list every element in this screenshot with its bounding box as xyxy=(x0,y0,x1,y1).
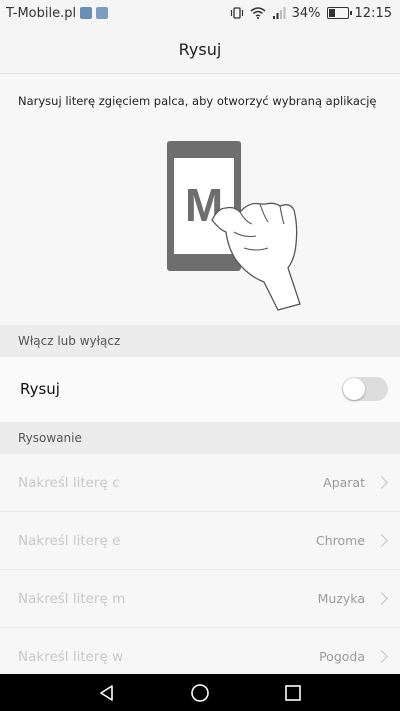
navigation-bar xyxy=(0,674,400,711)
gesture-description: Narysuj literę zgięciem palca, aby otwor… xyxy=(18,94,377,108)
draw-toggle-label: Rysuj xyxy=(20,380,60,398)
battery-fill xyxy=(328,9,335,17)
draw-toggle-row[interactable]: Rysuj xyxy=(0,357,400,421)
gesture-app-group: Aparat xyxy=(323,475,388,490)
gesture-row-e[interactable]: Nakreśl literę e Chrome xyxy=(0,512,400,570)
gesture-label: Nakreśl literę m xyxy=(18,590,126,607)
gesture-row-c[interactable]: Nakreśl literę c Aparat xyxy=(0,454,400,512)
recents-icon xyxy=(285,684,302,701)
gesture-label: Nakreśl literę w xyxy=(18,648,124,665)
notification-icon xyxy=(80,7,93,19)
page-title: Rysuj xyxy=(178,40,222,59)
gesture-app: Muzyka xyxy=(317,591,365,606)
status-right: 34% 12:15 xyxy=(230,6,392,21)
gesture-app-group: Muzyka xyxy=(317,591,388,606)
back-button[interactable] xyxy=(96,682,118,704)
gesture-app: Chrome xyxy=(315,533,365,548)
photo-icon xyxy=(96,7,109,19)
draw-toggle-switch[interactable] xyxy=(342,377,388,401)
status-left: T-Mobile.pl xyxy=(6,5,109,21)
gesture-app: Pogoda xyxy=(319,649,365,664)
toggle-knob xyxy=(343,378,365,400)
home-button[interactable] xyxy=(189,682,211,704)
title-bar: Rysuj xyxy=(0,26,400,74)
signal-icon xyxy=(272,7,286,19)
section-header-drawing: Rysowanie xyxy=(0,422,400,454)
section-header-toggle: Włącz lub wyłącz xyxy=(0,325,400,357)
gesture-app-group: Chrome xyxy=(315,533,388,548)
chevron-right-icon xyxy=(375,650,388,663)
wifi-icon xyxy=(250,7,266,19)
gesture-label: Nakreśl literę e xyxy=(18,532,121,549)
gesture-list: Nakreśl literę c Aparat Nakreśl literę e… xyxy=(0,454,400,686)
gesture-row-m[interactable]: Nakreśl literę m Muzyka xyxy=(0,570,400,628)
clock: 12:15 xyxy=(354,5,392,21)
home-icon xyxy=(191,683,209,702)
battery-percent: 34% xyxy=(291,5,321,21)
carrier-name: T-Mobile.pl xyxy=(6,5,77,21)
back-icon xyxy=(99,684,113,701)
draw-gesture-illustration: M xyxy=(167,141,301,311)
chevron-right-icon xyxy=(375,476,388,489)
recents-button[interactable] xyxy=(282,682,304,704)
gesture-app: Aparat xyxy=(323,475,365,490)
battery-icon xyxy=(326,7,352,19)
chevron-right-icon xyxy=(375,534,388,547)
vibrate-icon xyxy=(230,7,243,19)
gesture-app-group: Pogoda xyxy=(319,649,388,664)
gesture-label: Nakreśl literę c xyxy=(18,474,120,491)
chevron-right-icon xyxy=(375,592,388,605)
status-bar: T-Mobile.pl 34% 12:15 xyxy=(0,0,400,26)
